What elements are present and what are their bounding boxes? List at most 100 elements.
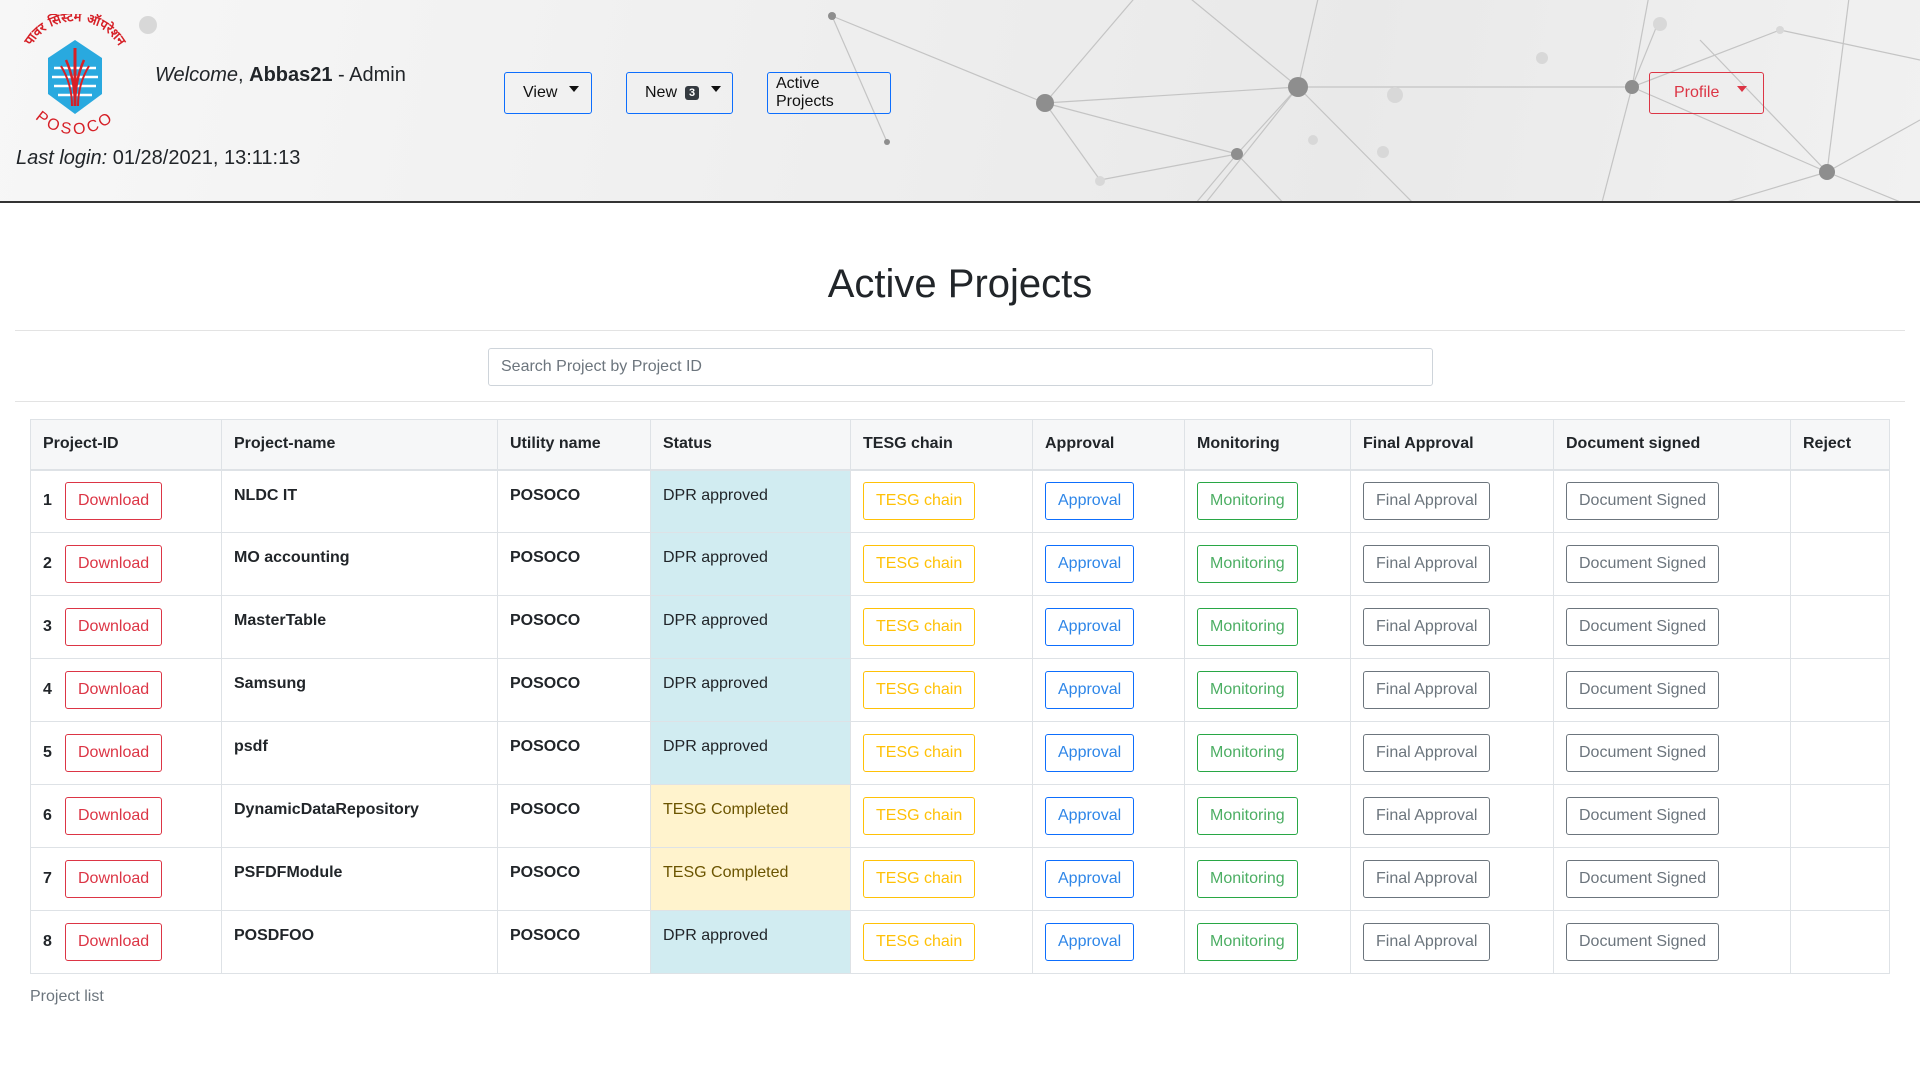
project-name: PSFDFModule: [221, 847, 498, 911]
caret-down-icon: [1737, 86, 1748, 92]
approval-button[interactable]: Approval: [1045, 545, 1135, 583]
table-row: 7 Download PSFDFModule POSOCO TESG Completed…: [30, 847, 1890, 911]
document-signed-cell: Document Signed: [1553, 847, 1791, 911]
project-id: 6: [43, 807, 52, 824]
approval-button[interactable]: Approval: [1045, 797, 1135, 835]
view-dropdown-button[interactable]: View: [504, 72, 592, 114]
final-approval-button[interactable]: Final Approval: [1363, 545, 1491, 583]
monitoring-button[interactable]: Monitoring: [1197, 482, 1298, 521]
monitoring-cell: Monitoring: [1184, 658, 1351, 722]
approval-button[interactable]: Approval: [1045, 608, 1135, 646]
monitoring-button[interactable]: Monitoring: [1197, 545, 1298, 583]
monitoring-button[interactable]: Monitoring: [1197, 923, 1298, 961]
tesg-chain-button[interactable]: TESG chain: [863, 608, 976, 646]
column-header-document-signed: Document signed: [1553, 419, 1791, 471]
utility-name: POSOCO: [497, 469, 651, 533]
monitoring-cell: Monitoring: [1184, 784, 1351, 848]
final-approval-button[interactable]: Final Approval: [1363, 923, 1491, 961]
final-approval-cell: Final Approval: [1350, 595, 1554, 659]
last-login: Last login: 01/28/2021, 13:11:13: [16, 147, 300, 170]
table-row: 2 Download MO accounting POSOCO DPR approved…: [30, 532, 1890, 596]
project-name: DynamicDataRepository: [221, 784, 498, 848]
document-signed-cell: Document Signed: [1553, 658, 1791, 722]
download-button[interactable]: Download: [65, 482, 163, 521]
new-count-badge: 3: [685, 86, 700, 100]
approval-button[interactable]: Approval: [1045, 734, 1135, 772]
monitoring-button[interactable]: Monitoring: [1197, 797, 1298, 835]
posoco-logo: पावर सिस्टम ऑपरेशन POSOCO: [14, 10, 136, 140]
table-caption: Project list: [30, 988, 104, 1005]
tesg-chain-button[interactable]: TESG chain: [863, 923, 976, 961]
document-signed-button[interactable]: Document Signed: [1566, 608, 1720, 646]
approval-button[interactable]: Approval: [1045, 482, 1135, 521]
profile-dropdown-button[interactable]: Profile: [1649, 72, 1764, 114]
column-header-tesg-chain: TESG chain: [850, 419, 1033, 471]
document-signed-button[interactable]: Document Signed: [1566, 671, 1720, 709]
tesg-chain-button[interactable]: TESG chain: [863, 671, 976, 709]
download-button[interactable]: Download: [65, 797, 163, 835]
project-id-cell: 3 Download: [30, 595, 222, 659]
final-approval-button[interactable]: Final Approval: [1363, 860, 1491, 898]
table-row: 3 Download MasterTable POSOCO DPR approved TE…: [30, 595, 1890, 659]
tesg-chain-button[interactable]: TESG chain: [863, 734, 976, 772]
tesg-chain-button[interactable]: TESG chain: [863, 545, 976, 583]
utility-name: POSOCO: [497, 721, 651, 785]
document-signed-cell: Document Signed: [1553, 784, 1791, 848]
monitoring-button[interactable]: Monitoring: [1197, 608, 1298, 646]
download-button[interactable]: Download: [65, 545, 163, 583]
project-id-cell: 8 Download: [30, 910, 222, 974]
document-signed-button[interactable]: Document Signed: [1566, 923, 1720, 961]
column-header-project-id: Project-ID: [30, 419, 222, 471]
reject-cell: [1790, 721, 1890, 785]
download-button[interactable]: Download: [65, 608, 163, 646]
download-button[interactable]: Download: [65, 671, 163, 709]
project-id: 1: [43, 492, 52, 510]
reject-cell: [1790, 595, 1890, 659]
reject-cell: [1790, 784, 1890, 848]
final-approval-button[interactable]: Final Approval: [1363, 734, 1491, 772]
status-cell: TESG Completed: [650, 847, 851, 911]
reject-cell: [1790, 847, 1890, 911]
network-background-graphic: [139, 0, 1920, 201]
document-signed-button[interactable]: Document Signed: [1566, 482, 1720, 521]
approval-button[interactable]: Approval: [1045, 671, 1135, 709]
approval-cell: Approval: [1032, 784, 1185, 848]
monitoring-cell: Monitoring: [1184, 532, 1351, 596]
download-button[interactable]: Download: [65, 860, 163, 898]
column-header-status: Status: [650, 419, 851, 471]
final-approval-button[interactable]: Final Approval: [1363, 482, 1491, 521]
utility-name: POSOCO: [497, 595, 651, 659]
user-role: Admin: [349, 64, 406, 86]
status-cell: DPR approved: [650, 532, 851, 596]
monitoring-button[interactable]: Monitoring: [1197, 671, 1298, 709]
search-project-input[interactable]: [488, 348, 1433, 386]
approval-button[interactable]: Approval: [1045, 923, 1135, 961]
download-button[interactable]: Download: [65, 734, 163, 772]
project-name: MO accounting: [221, 532, 498, 596]
final-approval-cell: Final Approval: [1350, 469, 1554, 533]
monitoring-cell: Monitoring: [1184, 469, 1351, 533]
monitoring-button[interactable]: Monitoring: [1197, 860, 1298, 898]
final-approval-button[interactable]: Final Approval: [1363, 797, 1491, 835]
approval-button[interactable]: Approval: [1045, 860, 1135, 898]
new-dropdown-button[interactable]: New 3: [626, 72, 733, 114]
document-signed-button[interactable]: Document Signed: [1566, 860, 1720, 898]
final-approval-button[interactable]: Final Approval: [1363, 608, 1491, 646]
document-signed-cell: Document Signed: [1553, 469, 1791, 533]
tesg-chain-button[interactable]: TESG chain: [863, 797, 976, 835]
document-signed-button[interactable]: Document Signed: [1566, 545, 1720, 583]
final-approval-cell: Final Approval: [1350, 532, 1554, 596]
tesg-chain-button[interactable]: TESG chain: [863, 860, 976, 898]
final-approval-button[interactable]: Final Approval: [1363, 671, 1491, 709]
document-signed-button[interactable]: Document Signed: [1566, 734, 1720, 772]
status-cell: DPR approved: [650, 658, 851, 722]
approval-cell: Approval: [1032, 658, 1185, 722]
final-approval-cell: Final Approval: [1350, 910, 1554, 974]
monitoring-button[interactable]: Monitoring: [1197, 734, 1298, 772]
download-button[interactable]: Download: [65, 923, 163, 961]
final-approval-cell: Final Approval: [1350, 784, 1554, 848]
table-row: 4 Download Samsung POSOCO DPR approved TESG c…: [30, 658, 1890, 722]
active-projects-button[interactable]: Active Projects: [767, 72, 891, 114]
tesg-chain-button[interactable]: TESG chain: [863, 482, 976, 521]
document-signed-button[interactable]: Document Signed: [1566, 797, 1720, 835]
